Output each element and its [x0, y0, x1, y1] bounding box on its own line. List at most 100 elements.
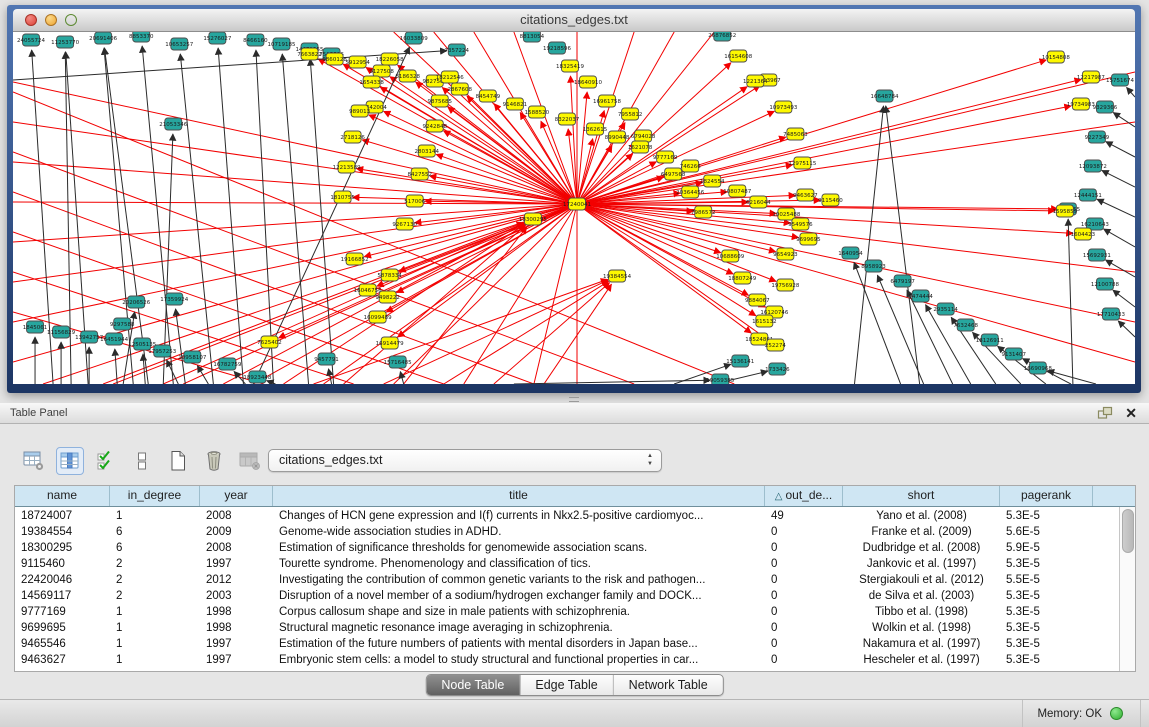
graph-node[interactable]: 7986572	[691, 206, 716, 218]
graph-node[interactable]: 1621078	[628, 141, 653, 153]
graph-node[interactable]: 6794028	[631, 130, 656, 142]
graph-node[interactable]: 20691406	[89, 32, 118, 44]
table-row[interactable]: 2242004622012Investigating the contribut…	[15, 572, 1120, 588]
table-row[interactable]: 969969511998Structural magnetic resonanc…	[15, 620, 1120, 636]
graph-node[interactable]: 9777169	[653, 151, 678, 163]
show-columns-icon[interactable]	[56, 447, 84, 475]
graph-node[interactable]: 24055724	[17, 34, 46, 46]
new-column-icon[interactable]	[164, 447, 192, 475]
graph-node[interactable]: 19059385	[706, 374, 735, 384]
table-row[interactable]: 946362711997Embryonic stem cells: a mode…	[15, 652, 1120, 668]
graph-node[interactable]: 8322037	[555, 113, 580, 125]
panel-splitter-handle[interactable]	[566, 396, 582, 402]
graph-node[interactable]: 16154608	[724, 50, 753, 62]
close-button[interactable]	[25, 14, 37, 26]
graph-node[interactable]: 15276027	[203, 32, 232, 44]
graph-node[interactable]: 19218596	[543, 42, 572, 54]
graph-node[interactable]: 18126911	[976, 334, 1004, 346]
graph-node[interactable]: 1810755	[330, 191, 355, 203]
graph-node[interactable]: 1824554	[700, 175, 725, 187]
graph-node[interactable]: 9131407	[1002, 348, 1027, 360]
graph-edge[interactable]	[444, 281, 609, 384]
minimize-button[interactable]	[45, 14, 57, 26]
graph-node[interactable]: 7357224	[445, 44, 470, 56]
graph-edge[interactable]	[1104, 229, 1135, 247]
graph-edge[interactable]	[394, 204, 577, 384]
graph-node[interactable]: 17710433	[1097, 308, 1126, 320]
select-all-icon[interactable]	[92, 447, 120, 475]
graph-node[interactable]: 252274	[765, 339, 787, 351]
graph-node[interactable]: 9457791	[314, 353, 339, 365]
graph-node[interactable]: 9267130	[392, 218, 417, 230]
graph-edge[interactable]	[1047, 371, 1095, 384]
graph-edge[interactable]	[397, 204, 577, 293]
graph-edge[interactable]	[1068, 219, 1073, 384]
graph-edge[interactable]	[577, 32, 714, 204]
graph-edge[interactable]	[43, 204, 577, 384]
graph-edge[interactable]	[1113, 290, 1135, 307]
graph-node[interactable]: 8427552	[407, 168, 432, 180]
table-row[interactable]: 1456911722003Disruption of a novel membe…	[15, 588, 1120, 604]
graph-edge[interactable]	[256, 50, 274, 384]
graph-node[interactable]: 7625402	[257, 336, 282, 348]
graph-node[interactable]: 9242848	[422, 120, 447, 132]
graph-node[interactable]: 9498222	[375, 291, 400, 303]
graph-node[interactable]: 1615132	[752, 315, 777, 327]
graph-edge[interactable]	[267, 381, 276, 384]
graph-node[interactable]: 26876852	[708, 32, 736, 41]
graph-edge[interactable]	[218, 48, 243, 384]
graph-edge[interactable]	[314, 279, 608, 384]
graph-node[interactable]: 2718126	[340, 131, 365, 143]
column-header-pagerank[interactable]: pagerank	[1000, 486, 1093, 506]
graph-node[interactable]: 6479197	[890, 275, 915, 287]
graph-node[interactable]: 9549576	[788, 218, 813, 230]
graph-node[interactable]: 9463627	[793, 189, 818, 201]
graph-node[interactable]: 12100788	[1091, 278, 1120, 290]
graph-node[interactable]: 10653257	[165, 38, 194, 50]
graph-node[interactable]: 8990448	[605, 131, 630, 143]
tab-network-table[interactable]: Network Table	[613, 675, 723, 695]
deselect-all-icon[interactable]	[128, 447, 156, 475]
graph-node[interactable]: 5912954	[345, 56, 370, 68]
graph-edge[interactable]	[1097, 199, 1135, 217]
graph-edge[interactable]	[577, 204, 1135, 272]
graph-node[interactable]: 11156829	[47, 326, 76, 338]
table-row[interactable]: 1830029562008Estimation of significance …	[15, 540, 1120, 556]
graph-node[interactable]: 15692931	[1083, 249, 1111, 261]
table-row[interactable]: 911546021997Tourette syndrome. Phenomeno…	[15, 556, 1120, 572]
graph-node[interactable]: 517006	[404, 195, 426, 207]
graph-node[interactable]: 12975115	[788, 157, 817, 169]
graph-node[interactable]: 8853370	[129, 32, 154, 42]
graph-edge[interactable]	[577, 72, 1135, 204]
graph-node[interactable]: 2867608	[448, 83, 473, 95]
graph-node[interactable]: 10154808	[1042, 51, 1071, 63]
graph-node[interactable]: 1845061	[23, 321, 48, 333]
graph-node[interactable]: 9227349	[1085, 131, 1110, 143]
graph-edge[interactable]	[577, 204, 751, 333]
vertical-scrollbar[interactable]	[1119, 507, 1135, 671]
column-header-year[interactable]: year	[200, 486, 273, 506]
graph-edge[interactable]	[577, 204, 776, 252]
graph-edge[interactable]	[364, 204, 577, 257]
graph-node[interactable]: 9297588	[110, 318, 135, 330]
tab-edge-table[interactable]: Edge Table	[519, 675, 612, 695]
table-options-icon[interactable]	[20, 447, 48, 475]
column-header-out-de-[interactable]: △out_de...	[765, 486, 843, 506]
graph-node[interactable]: 21053346	[159, 118, 188, 130]
graph-node[interactable]: 16961758	[593, 95, 622, 107]
graph-edge[interactable]	[142, 46, 173, 384]
graph-node[interactable]: 7955812	[618, 108, 643, 120]
graph-node[interactable]: 8466160	[243, 34, 268, 46]
table-selector-dropdown[interactable]: citations_edges.txt ▲▼	[268, 449, 662, 472]
network-window-titlebar[interactable]: citations_edges.txt	[13, 9, 1135, 32]
graph-edge[interactable]	[1118, 321, 1135, 337]
graph-edge[interactable]	[197, 366, 208, 384]
table-row[interactable]: 1872400712008Changes of HCN gene express…	[15, 508, 1120, 524]
scrollbar-thumb[interactable]	[1122, 509, 1134, 553]
table-row[interactable]: 1938455462009Genome-wide association stu…	[15, 524, 1120, 540]
table-row[interactable]: 946554611997Estimation of the future num…	[15, 636, 1120, 652]
graph-edge[interactable]	[380, 87, 577, 204]
graph-edge[interactable]	[1127, 87, 1135, 97]
delete-column-icon[interactable]	[200, 447, 228, 475]
graph-node[interactable]: 12093872	[1079, 160, 1107, 172]
